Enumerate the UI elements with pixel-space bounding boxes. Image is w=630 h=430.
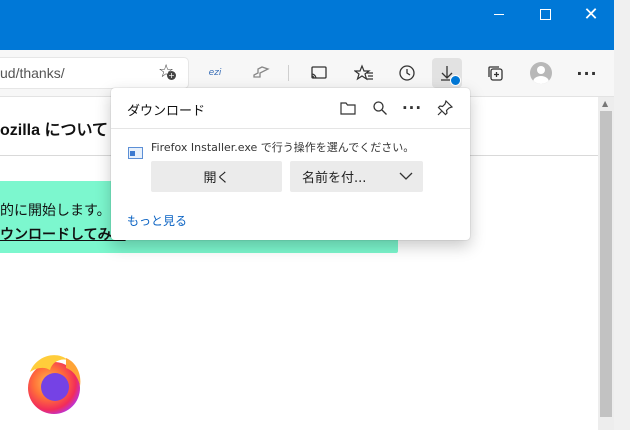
- add-favorite-icon[interactable]: ☆ +: [158, 61, 176, 82]
- download-badge-icon: [450, 75, 461, 86]
- collections-icon[interactable]: [480, 58, 510, 88]
- see-more-link[interactable]: もっと見る: [127, 212, 187, 229]
- cast-icon[interactable]: [304, 58, 334, 88]
- pin-icon[interactable]: [432, 96, 458, 120]
- file-exe-icon: [128, 147, 143, 159]
- address-bar[interactable]: ud/thanks/ ☆ +: [0, 58, 188, 88]
- avatar: [530, 62, 552, 84]
- more-menu-button[interactable]: ···: [572, 58, 602, 88]
- firefox-logo-icon: [28, 355, 81, 414]
- open-button[interactable]: 開く: [151, 161, 282, 192]
- search-icon[interactable]: [367, 96, 393, 120]
- downloads-flyout: ダウンロード ··· Firefox Installer.exe で行う操作を選…: [111, 88, 470, 240]
- scroll-thumb[interactable]: [600, 111, 612, 417]
- download-prompt: Firefox Installer.exe で行う操作を選んでください。: [151, 141, 415, 154]
- extension-ezi-icon[interactable]: ezi: [200, 58, 230, 88]
- close-window-button[interactable]: ✕: [568, 0, 614, 50]
- downloads-more-icon[interactable]: ···: [399, 96, 425, 120]
- save-as-label: 名前を付...: [302, 171, 367, 186]
- window-edge: [614, 0, 630, 430]
- maximize-icon: [539, 8, 551, 20]
- minimize-button[interactable]: [476, 0, 522, 50]
- title-bar: ✕: [0, 0, 614, 50]
- flyout-divider: [111, 128, 470, 129]
- open-folder-icon[interactable]: [335, 96, 361, 120]
- notice-text: 的に開始します。: [0, 203, 111, 219]
- vertical-scrollbar[interactable]: ▲: [598, 97, 614, 430]
- retry-download-link[interactable]: ウンロードしてみて: [0, 224, 126, 244]
- url-text[interactable]: ud/thanks/: [0, 65, 65, 81]
- chevron-down-icon[interactable]: [399, 169, 413, 184]
- history-icon[interactable]: [392, 58, 422, 88]
- maximize-button[interactable]: [522, 0, 568, 50]
- extension-stamp-icon[interactable]: [246, 58, 276, 88]
- download-icon[interactable]: [432, 58, 462, 88]
- profile-icon[interactable]: [526, 58, 556, 88]
- downloads-title: ダウンロード: [127, 104, 206, 119]
- save-as-button[interactable]: 名前を付...: [290, 161, 423, 192]
- page-title: ozilla について: [0, 122, 108, 139]
- close-icon: ✕: [583, 3, 599, 25]
- toolbar-divider: [288, 65, 289, 81]
- scroll-up-icon[interactable]: ▲: [602, 99, 608, 108]
- open-button-label: 開く: [203, 171, 230, 186]
- favorites-icon[interactable]: [349, 58, 379, 88]
- minimize-icon: [494, 13, 504, 15]
